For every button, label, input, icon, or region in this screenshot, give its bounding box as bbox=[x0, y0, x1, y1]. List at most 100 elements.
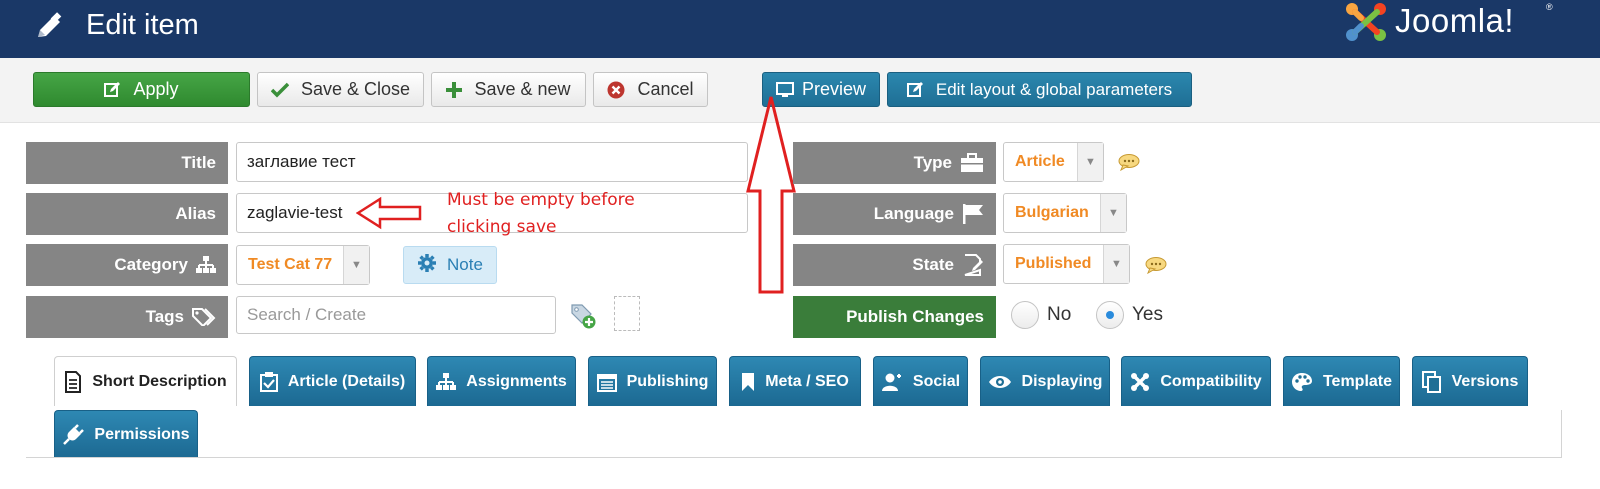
state-select[interactable]: Published ▼ bbox=[1003, 244, 1130, 284]
flag-icon bbox=[962, 204, 984, 224]
publish-yes-label[interactable]: Yes bbox=[1132, 304, 1163, 326]
tags-search-input[interactable]: Search / Create bbox=[236, 296, 556, 334]
logo-text: Joomla! bbox=[1395, 2, 1515, 39]
tab-meta-seo[interactable]: Meta / SEO bbox=[729, 356, 861, 406]
save-close-label: Save & Close bbox=[300, 79, 411, 99]
cancel-label: Cancel bbox=[637, 79, 694, 99]
tab-template[interactable]: Template bbox=[1283, 356, 1400, 406]
type-label: Type bbox=[793, 142, 996, 184]
calendar-icon bbox=[596, 372, 617, 392]
publish-no-radio[interactable] bbox=[1011, 301, 1039, 329]
annotation-line-2: clicking save bbox=[447, 217, 557, 237]
add-tag-icon[interactable] bbox=[569, 302, 597, 330]
joomla-logo: Joomla! ® bbox=[1343, 0, 1553, 44]
language-label: Language bbox=[793, 193, 996, 235]
tab-label: Article (Details) bbox=[287, 372, 406, 390]
type-value: Article bbox=[1015, 153, 1065, 170]
chevron-down-icon: ▼ bbox=[1100, 194, 1126, 232]
tab-displaying[interactable]: Displaying bbox=[980, 356, 1110, 406]
plus-icon bbox=[446, 81, 463, 98]
cancel-icon bbox=[607, 81, 625, 99]
tab-label: Publishing bbox=[626, 372, 709, 390]
tab-assignments[interactable]: Assignments bbox=[427, 356, 576, 406]
checklist-icon bbox=[259, 371, 278, 392]
alias-label-text: Alias bbox=[175, 204, 216, 223]
category-select[interactable]: Test Cat 77 ▼ bbox=[236, 245, 370, 285]
sitemap-icon bbox=[436, 372, 457, 391]
tab-permissions[interactable]: Permissions bbox=[54, 410, 198, 458]
alias-label: Alias bbox=[26, 193, 228, 235]
users-icon bbox=[881, 372, 903, 392]
edit-icon bbox=[104, 81, 121, 98]
logo-registered-mark: ® bbox=[1546, 2, 1553, 12]
tab-short-description[interactable]: Short Description bbox=[54, 356, 237, 406]
tab-label: Permissions bbox=[94, 425, 190, 443]
note-button[interactable]: Note bbox=[403, 246, 497, 284]
joomla-logo-icon bbox=[1346, 3, 1386, 41]
category-label: Category bbox=[26, 244, 228, 286]
bookmark-icon bbox=[741, 372, 755, 392]
document-icon bbox=[64, 370, 82, 393]
edit-pencil-icon bbox=[38, 12, 62, 37]
tab-versions[interactable]: Versions bbox=[1412, 356, 1528, 406]
cancel-button[interactable]: Cancel bbox=[593, 72, 708, 107]
tab-label: Versions bbox=[1451, 372, 1519, 390]
preview-label: Preview bbox=[801, 79, 867, 99]
tab-label: Meta / SEO bbox=[765, 372, 849, 390]
chevron-down-icon: ▼ bbox=[343, 246, 369, 284]
category-value: Test Cat 77 bbox=[248, 256, 333, 273]
tab-content-border-right bbox=[1561, 410, 1562, 458]
tab-publishing[interactable]: Publishing bbox=[588, 356, 717, 406]
tab-label: Compatibility bbox=[1160, 372, 1262, 390]
type-label-text: Type bbox=[913, 153, 952, 172]
language-select[interactable]: Bulgarian ▼ bbox=[1003, 193, 1127, 233]
red-arrow-up bbox=[746, 96, 796, 294]
type-select[interactable]: Article ▼ bbox=[1003, 142, 1104, 182]
publish-yes-radio[interactable] bbox=[1096, 301, 1124, 329]
copy-icon bbox=[1421, 370, 1442, 393]
tab-social[interactable]: Social bbox=[873, 356, 968, 406]
tab-label: Short Description bbox=[92, 372, 227, 390]
page-title: Edit item bbox=[86, 9, 199, 41]
palette-icon bbox=[1291, 372, 1313, 392]
tags-label-text: Tags bbox=[145, 307, 184, 326]
state-label: State bbox=[793, 244, 996, 286]
document-edit-icon bbox=[962, 254, 984, 276]
joomla-icon bbox=[1130, 372, 1150, 392]
annotation-text: Must be empty before clicking save bbox=[447, 187, 687, 241]
annotation-line-1: Must be empty before bbox=[447, 190, 635, 210]
gear-icon bbox=[417, 253, 437, 278]
tags-icon bbox=[192, 308, 216, 326]
edit-icon bbox=[906, 81, 924, 98]
briefcase-icon bbox=[960, 153, 984, 173]
tags-label: Tags bbox=[26, 296, 228, 338]
note-label: Note bbox=[447, 255, 483, 274]
tab-content-border bbox=[26, 457, 1562, 458]
eye-icon bbox=[988, 374, 1012, 390]
chat-bubble-icon[interactable] bbox=[1118, 153, 1140, 171]
publish-changes-label: Publish Changes bbox=[793, 296, 996, 338]
red-arrow-left bbox=[356, 196, 422, 230]
plug-icon bbox=[62, 423, 85, 446]
checkmark-icon bbox=[270, 82, 289, 98]
header-bar: Edit item Joomla! ® bbox=[0, 0, 1600, 58]
save-new-button[interactable]: Save & new bbox=[431, 72, 586, 107]
tab-compatibility[interactable]: Compatibility bbox=[1121, 356, 1271, 406]
apply-label: Apply bbox=[133, 79, 179, 99]
category-label-text: Category bbox=[114, 255, 188, 274]
apply-button[interactable]: Apply bbox=[33, 72, 250, 107]
chevron-down-icon: ▼ bbox=[1077, 143, 1103, 181]
chat-bubble-icon[interactable] bbox=[1145, 256, 1167, 274]
edit-layout-button[interactable]: Edit layout & global parameters bbox=[887, 72, 1192, 107]
toolbar: Apply Save & Close Save & new Cancel Pre… bbox=[0, 58, 1600, 123]
edit-layout-label: Edit layout & global parameters bbox=[935, 80, 1173, 99]
language-value: Bulgarian bbox=[1015, 204, 1089, 221]
save-new-label: Save & new bbox=[474, 79, 571, 99]
tab-label: Assignments bbox=[466, 372, 567, 390]
chevron-down-icon: ▼ bbox=[1103, 245, 1129, 283]
tab-label: Template bbox=[1322, 372, 1393, 390]
publish-no-label[interactable]: No bbox=[1047, 304, 1071, 326]
title-input[interactable]: заглавие тест bbox=[236, 142, 748, 182]
tab-article-details[interactable]: Article (Details) bbox=[249, 356, 416, 406]
save-close-button[interactable]: Save & Close bbox=[257, 72, 424, 107]
